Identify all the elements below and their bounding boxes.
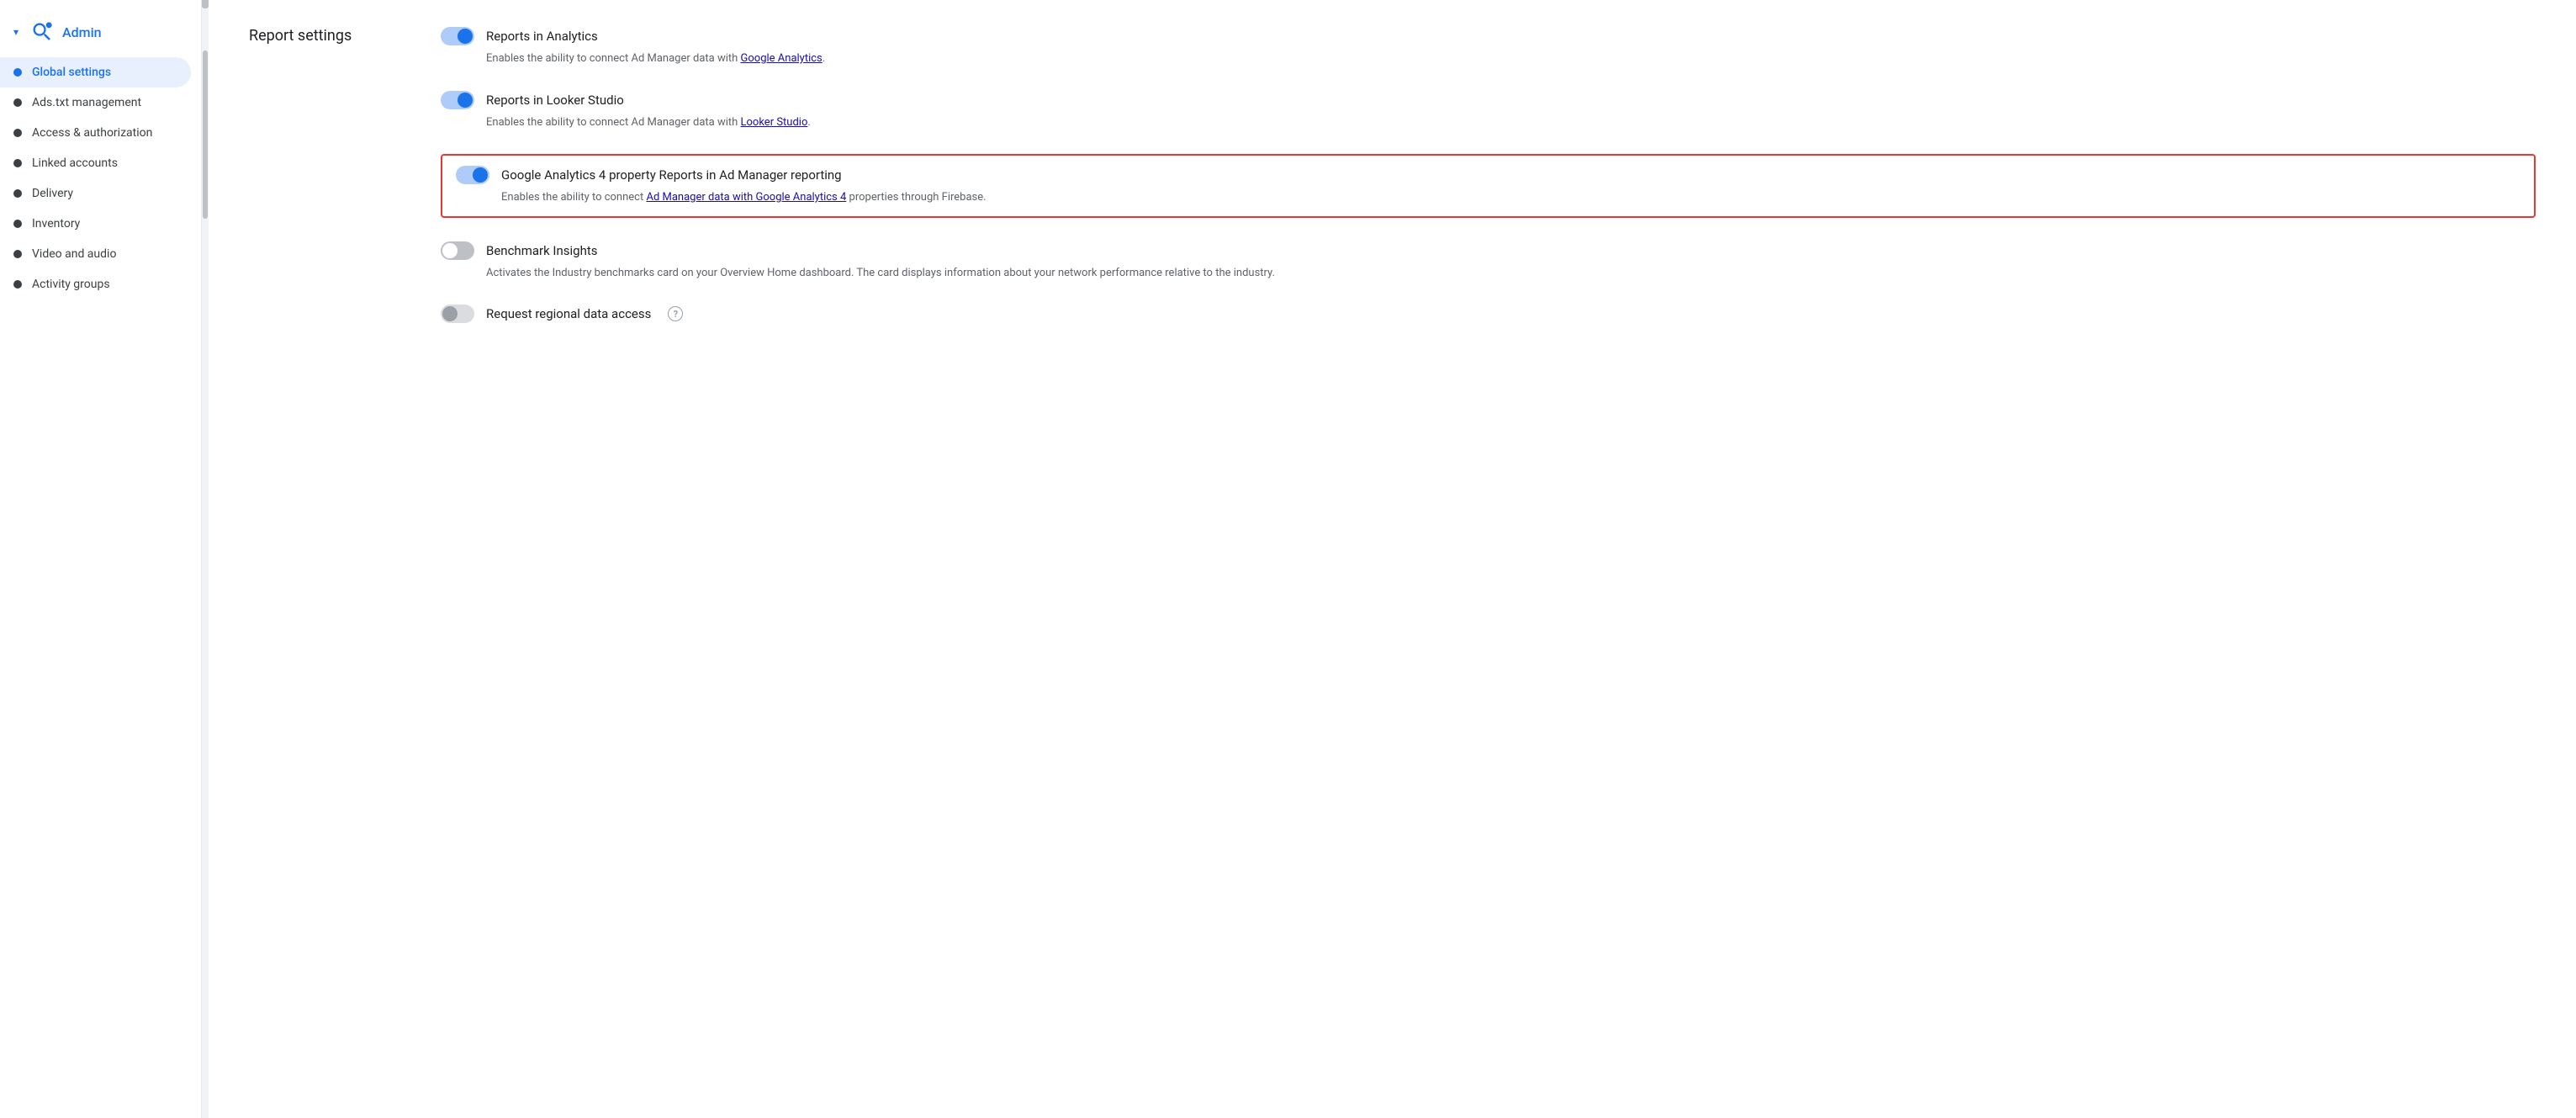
toggle-reports-in-analytics[interactable] [441, 27, 474, 45]
scroll-top-indicator [202, 0, 209, 8]
toggle-regional-data-access[interactable] [441, 305, 474, 323]
toggle-ga4-reports[interactable] [456, 166, 489, 184]
sidebar-item-linked-accounts[interactable]: Linked accounts [0, 148, 191, 178]
section-title: Report settings [249, 27, 400, 45]
nav-item-label: Global settings [32, 66, 111, 79]
setting-description: Enables the ability to connect Ad Manage… [486, 114, 2536, 131]
setting-label: Benchmark Insights [486, 243, 598, 258]
nav-item-label: Access & authorization [32, 126, 152, 140]
setting-header-benchmark-insights: Benchmark Insights [441, 241, 2536, 260]
nav-dot-icon [13, 220, 22, 228]
sidebar-item-global-settings[interactable]: Global settings [0, 57, 191, 87]
toggle-track [441, 91, 474, 109]
setting-row-reports-in-looker: Reports in Looker Studio Enables the abil… [441, 91, 2536, 131]
settings-area: Reports in Analytics Enables the ability … [441, 27, 2536, 352]
toggle-track [441, 305, 474, 323]
nav-item-label: Linked accounts [32, 156, 118, 170]
section-title-container: Report settings [249, 27, 400, 352]
toggle-thumb [458, 93, 473, 108]
info-icon[interactable]: ? [668, 306, 683, 321]
toggle-thumb [458, 29, 473, 44]
nav-item-label: Ads.txt management [32, 96, 141, 109]
toggle-thumb [473, 167, 488, 183]
setting-row-reports-in-analytics: Reports in Analytics Enables the ability … [441, 27, 2536, 67]
setting-link[interactable]: Google Analytics [741, 52, 823, 65]
nav-dot-icon [13, 159, 22, 167]
setting-row-benchmark-insights: Benchmark Insights Activates the Industry… [441, 241, 2536, 282]
setting-description: Enables the ability to connect Ad Manage… [501, 189, 2520, 206]
setting-description: Activates the Industry benchmarks card o… [486, 265, 2536, 282]
nav-item-label: Delivery [32, 187, 73, 200]
toggle-track [441, 27, 474, 45]
nav-dot-icon [13, 129, 22, 137]
sidebar-item-video-audio[interactable]: Video and audio [0, 239, 191, 269]
admin-search-icon [30, 20, 54, 44]
nav-item-label: Video and audio [32, 247, 116, 261]
scrollbar-thumb[interactable] [203, 50, 208, 219]
setting-label: Reports in Analytics [486, 29, 598, 44]
setting-header-reports-in-analytics: Reports in Analytics [441, 27, 2536, 45]
nav-dot-icon [13, 68, 22, 77]
toggle-reports-in-looker[interactable] [441, 91, 474, 109]
nav-dot-icon [13, 98, 22, 107]
scrollbar-track[interactable] [202, 0, 209, 1118]
sidebar-item-access-authorization[interactable]: Access & authorization [0, 118, 191, 148]
nav-dot-icon [13, 250, 22, 258]
nav-dot-icon [13, 280, 22, 289]
setting-label: Google Analytics 4 property Reports in A… [501, 167, 842, 183]
sidebar-item-inventory[interactable]: Inventory [0, 209, 191, 239]
setting-header-ga4-reports: Google Analytics 4 property Reports in A… [456, 166, 2520, 184]
toggle-thumb [442, 306, 458, 321]
sidebar-item-ads-txt[interactable]: Ads.txt management [0, 87, 191, 118]
setting-link[interactable]: Ad Manager data with Google Analytics 4 [646, 191, 846, 204]
setting-row-regional-data-access: Request regional data access? [441, 305, 2536, 328]
setting-row-ga4-reports: Google Analytics 4 property Reports in A… [441, 154, 2536, 218]
setting-header-regional-data-access: Request regional data access? [441, 305, 2536, 323]
content-layout: Report settings Reports in Analytics Enab… [249, 27, 2536, 352]
setting-link[interactable]: Looker Studio [741, 116, 808, 129]
nav-dot-icon [13, 189, 22, 198]
setting-header-reports-in-looker: Reports in Looker Studio [441, 91, 2536, 109]
toggle-track [456, 166, 489, 184]
sidebar-item-delivery[interactable]: Delivery [0, 178, 191, 209]
admin-title: Admin [62, 24, 102, 40]
toggle-thumb [442, 243, 458, 258]
setting-label: Request regional data access [486, 306, 651, 321]
nav-menu: Global settings Ads.txt management Access … [0, 57, 201, 299]
chevron-down-icon: ▾ [13, 26, 19, 38]
setting-label: Reports in Looker Studio [486, 93, 624, 108]
nav-item-label: Inventory [32, 217, 80, 230]
sidebar-item-activity-groups[interactable]: Activity groups [0, 269, 191, 299]
admin-header[interactable]: ▾ Admin [0, 13, 201, 57]
nav-item-label: Activity groups [32, 278, 110, 291]
main-content: Report settings Reports in Analytics Enab… [209, 0, 2576, 1118]
toggle-track [441, 241, 474, 260]
sidebar: ▾ Admin Global settings Ads.txt managemen… [0, 0, 202, 1118]
toggle-benchmark-insights[interactable] [441, 241, 474, 260]
setting-description: Enables the ability to connect Ad Manage… [486, 50, 2536, 67]
